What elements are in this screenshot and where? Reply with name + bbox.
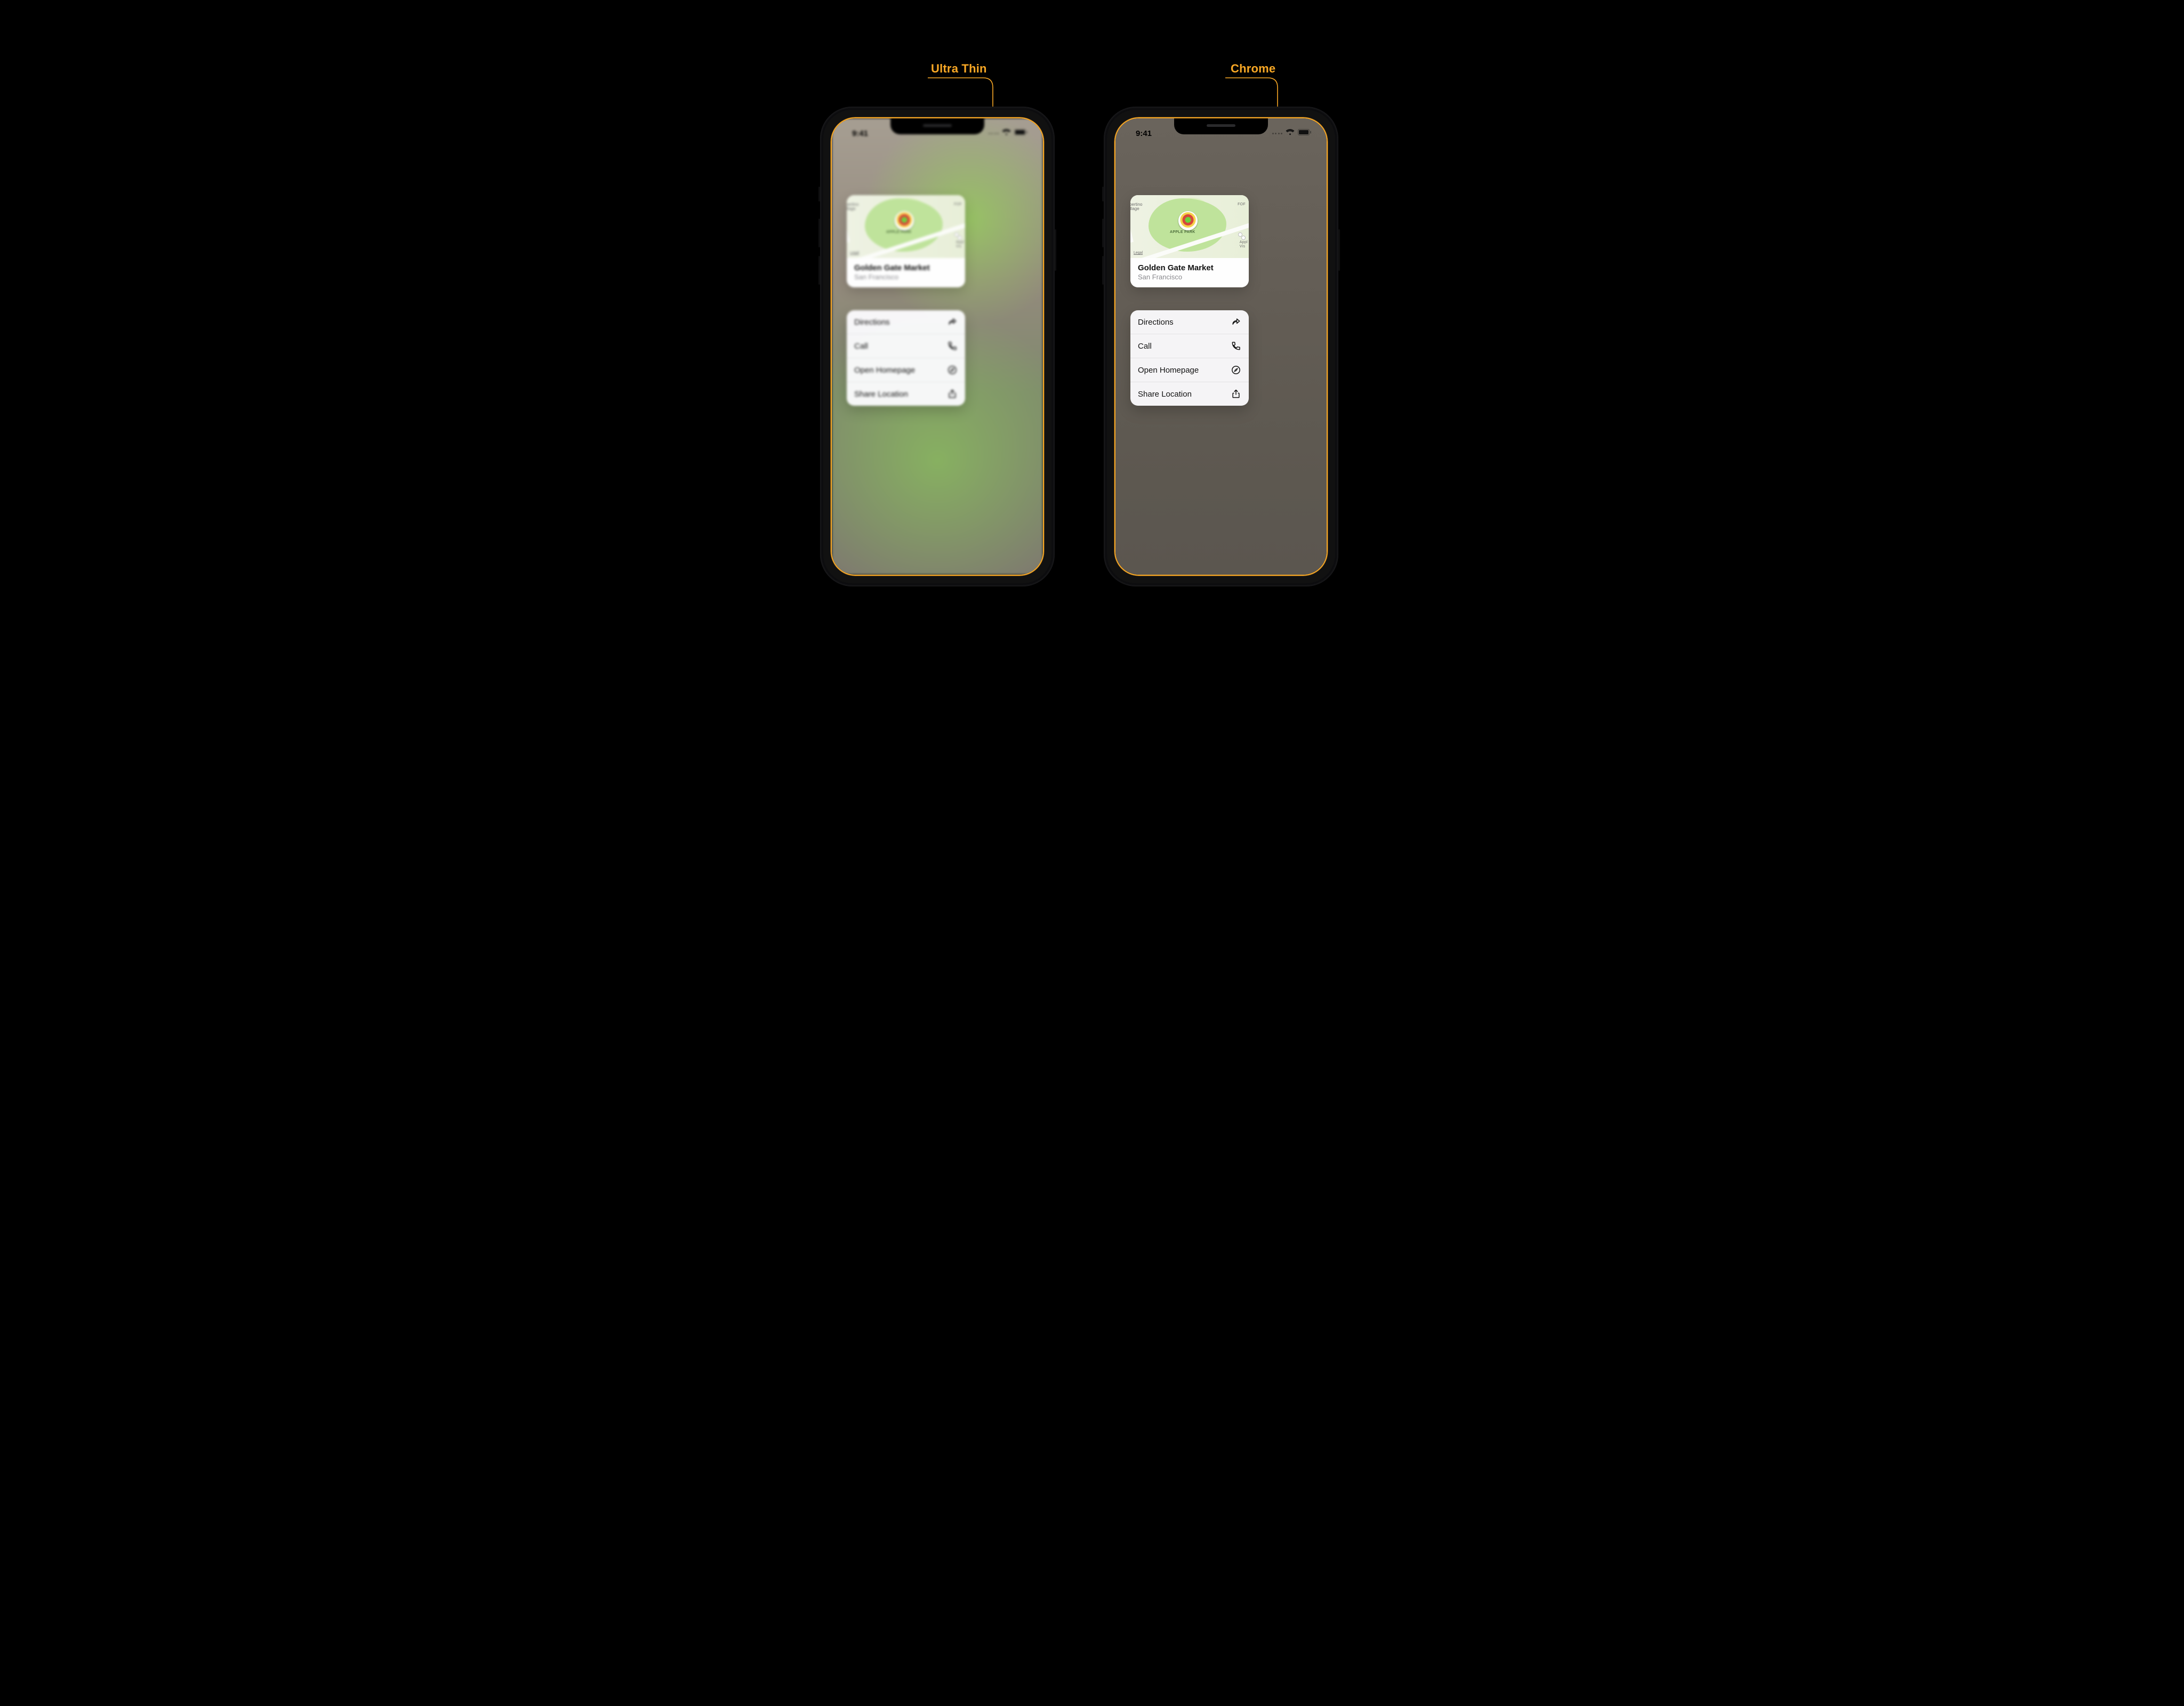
- status-bar: 9:41: [1115, 127, 1327, 140]
- battery-icon: [1014, 128, 1028, 138]
- menu-item-call[interactable]: Call: [1130, 334, 1249, 358]
- place-title: Golden Gate Market: [854, 263, 958, 272]
- menu-item-share-location[interactable]: Share Location: [847, 382, 965, 406]
- place-subtitle: San Francisco: [854, 273, 958, 281]
- menu-item-label: Call: [854, 342, 868, 351]
- screen-ultra-thin-material: 9:41: [832, 118, 1043, 575]
- arrow-redo-icon: [1231, 317, 1241, 327]
- share-icon: [1231, 389, 1241, 399]
- screen-chrome-material: 9:41: [1115, 118, 1327, 575]
- menu-item-call[interactable]: Call: [847, 334, 965, 358]
- arrow-redo-icon: [947, 317, 958, 327]
- map-label-apple-park: APPLE PARK: [1170, 230, 1195, 234]
- menu-item-directions[interactable]: Directions: [847, 310, 965, 334]
- poi-pin-icon: [895, 211, 914, 230]
- map-label-cupertino: pertinoillage: [847, 203, 858, 212]
- comparison-stage: Ultra Thin Chrome 9:41: [751, 0, 1433, 533]
- menu-item-directions[interactable]: Directions: [1130, 310, 1249, 334]
- wifi-icon: [1286, 128, 1295, 138]
- annotation-ultra-thin: Ultra Thin: [931, 62, 987, 76]
- menu-item-label: Directions: [854, 318, 890, 327]
- phone-icon: [1231, 341, 1241, 351]
- map-label-apple-vis: ApplVis: [956, 240, 964, 248]
- map-thumbnail: APPLE PARK pertinoillage FOF ApplVis Leg…: [1130, 195, 1249, 258]
- context-menu: Directions Call: [1130, 310, 1249, 406]
- battery-icon: [1298, 128, 1312, 138]
- status-time: 9:41: [852, 129, 868, 138]
- wifi-icon: [1002, 128, 1011, 138]
- place-card[interactable]: APPLE PARK pertinoillage FOF ApplVis Leg…: [847, 195, 965, 287]
- map-label-apple-vis: ApplVis: [1240, 240, 1248, 248]
- phone-body: 9:41: [820, 107, 1055, 586]
- map-label-for: FOF: [954, 203, 962, 206]
- menu-item-label: Share Location: [854, 390, 908, 399]
- menu-item-open-homepage[interactable]: Open Homepage: [1130, 358, 1249, 382]
- side-button: [1055, 229, 1056, 271]
- share-icon: [947, 389, 958, 399]
- poi-pin-icon: [1178, 211, 1198, 230]
- menu-item-label: Open Homepage: [854, 366, 915, 375]
- annotation-chrome: Chrome: [1231, 62, 1275, 76]
- map-label-for: FOF: [1238, 203, 1246, 206]
- map-label-apple-park: APPLE PARK: [886, 230, 912, 234]
- place-subtitle: San Francisco: [1138, 273, 1241, 281]
- phone-body: 9:41: [1104, 107, 1338, 586]
- menu-item-label: Directions: [1138, 318, 1174, 327]
- menu-item-label: Open Homepage: [1138, 366, 1199, 375]
- place-title: Golden Gate Market: [1138, 263, 1241, 272]
- status-bar: 9:41: [832, 127, 1043, 140]
- place-card[interactable]: APPLE PARK pertinoillage FOF ApplVis Leg…: [1130, 195, 1249, 287]
- compass-icon: [947, 365, 958, 375]
- phone-ultra-thin: 9:41: [820, 107, 1055, 586]
- map-thumbnail: APPLE PARK pertinoillage FOF ApplVis Leg…: [847, 195, 965, 258]
- cellular-icon: [989, 133, 999, 134]
- screen-outline: 9:41: [1114, 117, 1328, 576]
- context-menu: Directions Call: [847, 310, 965, 406]
- cellular-icon: [1272, 133, 1282, 134]
- menu-item-open-homepage[interactable]: Open Homepage: [847, 358, 965, 382]
- status-time: 9:41: [1136, 129, 1152, 138]
- menu-item-share-location[interactable]: Share Location: [1130, 382, 1249, 406]
- map-legal-link[interactable]: Legal: [1134, 251, 1143, 255]
- compass-icon: [1231, 365, 1241, 375]
- screen-outline: 9:41: [831, 117, 1044, 576]
- phone-chrome: 9:41: [1104, 107, 1338, 586]
- map-label-cupertino: pertinoillage: [1130, 203, 1142, 212]
- menu-item-label: Share Location: [1138, 390, 1192, 399]
- side-button: [1338, 229, 1340, 271]
- map-legal-link[interactable]: Legal: [850, 251, 859, 255]
- phone-icon: [947, 341, 958, 351]
- menu-item-label: Call: [1138, 342, 1152, 351]
